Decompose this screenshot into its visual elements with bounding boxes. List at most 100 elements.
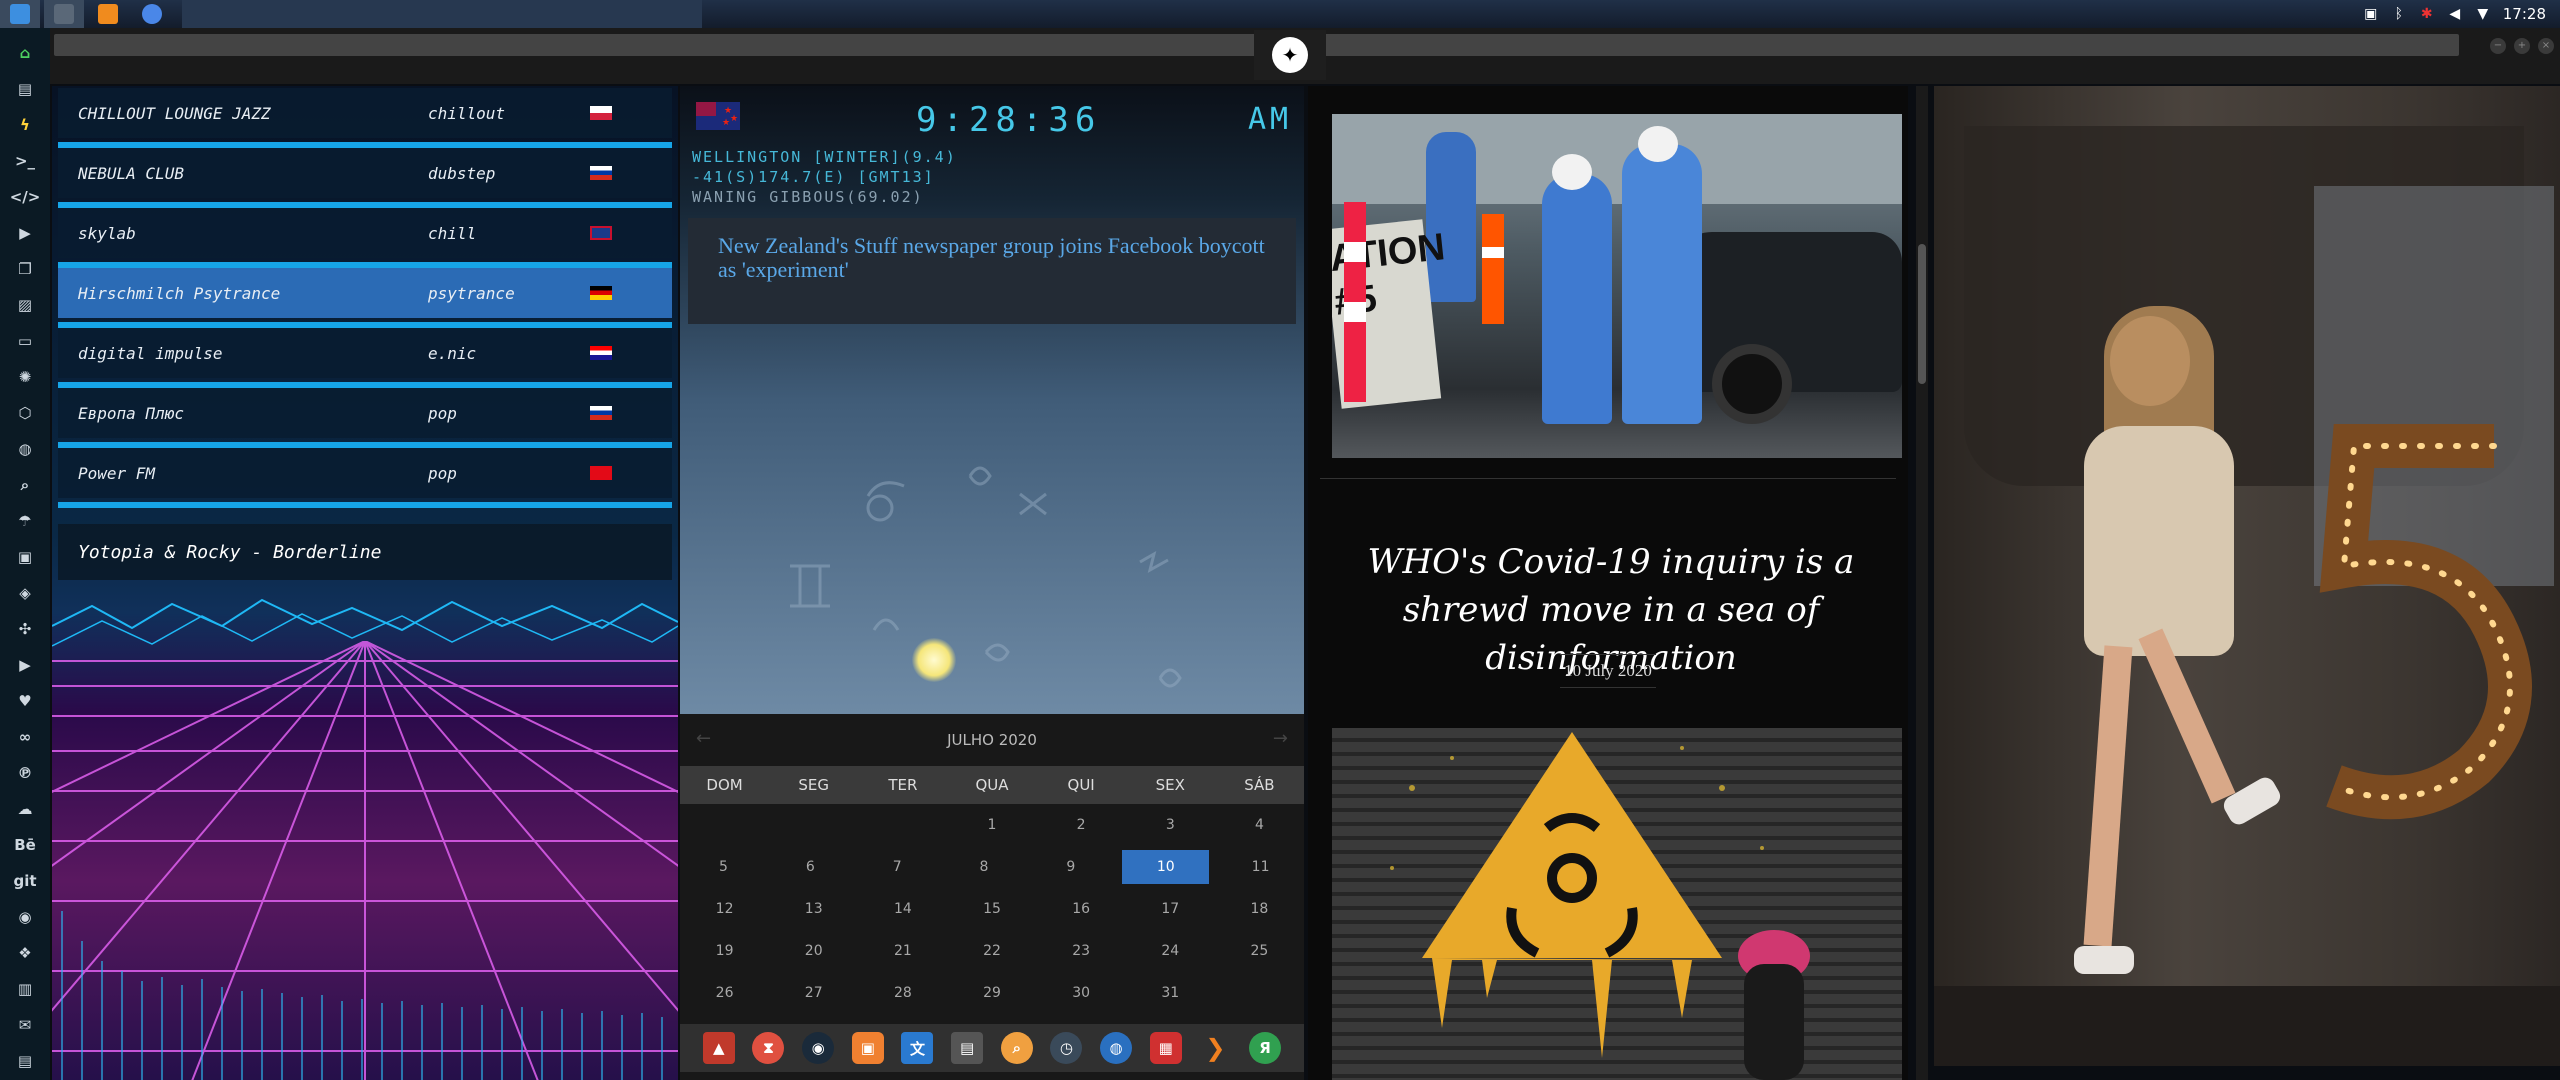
copy-icon[interactable]: ❐ <box>14 258 36 280</box>
terminal-app-icon[interactable] <box>44 0 84 28</box>
card-icon[interactable]: ▭ <box>14 330 36 352</box>
alert-icon[interactable]: ✱ <box>2419 6 2435 22</box>
fashion-photo[interactable] <box>1934 86 2560 1066</box>
covid-testing-photo[interactable]: ATION #5 <box>1332 114 1902 458</box>
next-month-button[interactable]: → <box>1273 728 1288 749</box>
calendar-day[interactable]: 21 <box>858 930 947 972</box>
station-row-selected[interactable]: Hirschmilch Psytrance psytrance <box>58 268 672 318</box>
play-app-icon[interactable]: ❯ <box>1199 1032 1231 1064</box>
calendar-day[interactable]: 18 <box>1215 888 1304 930</box>
prev-month-button[interactable]: ← <box>696 728 711 749</box>
arrow-app-icon[interactable]: ▲ <box>702 1032 735 1064</box>
calendar-day[interactable]: 1 <box>947 804 1036 846</box>
mail-icon[interactable]: ✉ <box>14 1014 36 1036</box>
volume-icon[interactable]: ◀ <box>2447 6 2463 22</box>
maximize-icon[interactable]: + <box>2514 38 2530 54</box>
heart-icon[interactable]: ♥ <box>14 690 36 712</box>
behance-icon[interactable]: Bē <box>14 834 36 856</box>
calendar-day[interactable]: 27 <box>769 972 858 1014</box>
umbrella-icon[interactable]: ☂ <box>14 510 36 532</box>
calendar-day[interactable]: 16 <box>1037 888 1126 930</box>
calendar-day[interactable]: 29 <box>947 972 1036 1014</box>
station-row[interactable]: NEBULA CLUB dubstep <box>58 148 672 198</box>
files-app-icon[interactable] <box>0 0 40 28</box>
calendar-day[interactable]: 13 <box>769 888 858 930</box>
calendar-day[interactable]: 5 <box>680 846 767 888</box>
globe-dark-app-icon[interactable]: ◉ <box>802 1032 835 1064</box>
calendar-day[interactable]: 8 <box>941 846 1028 888</box>
yandex-app-icon[interactable]: Я <box>1249 1032 1282 1064</box>
calendar-day[interactable]: 20 <box>769 930 858 972</box>
sublime-app-icon[interactable] <box>88 0 128 28</box>
calendar-day-today[interactable]: 10 <box>1122 850 1210 884</box>
calendar-day[interactable]: 3 <box>1126 804 1215 846</box>
expand-icon[interactable]: ✣ <box>14 618 36 640</box>
wifi-icon[interactable]: ▼ <box>2475 6 2491 22</box>
tag-icon[interactable]: ◈ <box>14 582 36 604</box>
calendar-day[interactable]: 30 <box>1037 972 1126 1014</box>
youtube-icon[interactable]: ▶ <box>14 654 36 676</box>
atom-icon[interactable]: ✺ <box>14 366 36 388</box>
pinterest-icon[interactable]: ℗ <box>14 762 36 784</box>
calendar-day[interactable]: 11 <box>1217 846 1304 888</box>
calendar-day[interactable]: 4 <box>1215 804 1304 846</box>
git-icon[interactable]: git <box>13 870 36 892</box>
news-app-icon[interactable]: ▤ <box>951 1032 984 1064</box>
station-row[interactable]: Европа Плюс pop <box>58 388 672 438</box>
calendar-day[interactable]: 2 <box>1037 804 1126 846</box>
minimize-icon[interactable]: − <box>2490 38 2506 54</box>
hexagon-icon[interactable]: ⬡ <box>14 402 36 424</box>
scrollbar-thumb[interactable] <box>1918 244 1926 384</box>
web-app-icon[interactable]: ◍ <box>1100 1032 1133 1064</box>
station-row[interactable]: skylab chill <box>58 208 672 258</box>
terminal-icon[interactable]: >_ <box>14 150 36 172</box>
taskbar-window-strip[interactable] <box>182 0 702 28</box>
bolt-icon[interactable]: ϟ <box>14 114 36 136</box>
bluetooth-icon[interactable]: ᛒ <box>2391 6 2407 22</box>
link-icon[interactable]: ∞ <box>14 726 36 748</box>
rebel-logo-tab[interactable]: ✦ <box>1254 30 1326 80</box>
calendar-day[interactable]: 26 <box>680 972 769 1014</box>
search-app-icon[interactable]: ⌕ <box>1000 1032 1033 1064</box>
globe-icon[interactable]: ◍ <box>14 438 36 460</box>
calendar-day[interactable]: 24 <box>1126 930 1215 972</box>
news-ticker[interactable]: New Zealand's Stuff newspaper group join… <box>688 218 1296 324</box>
clock-app-icon[interactable]: ◷ <box>1050 1032 1083 1064</box>
calendar-day[interactable]: 15 <box>947 888 1036 930</box>
calendar-day[interactable]: 31 <box>1126 972 1215 1014</box>
calendar-day[interactable]: 14 <box>858 888 947 930</box>
calendar-day[interactable]: 19 <box>680 930 769 972</box>
calendar-day[interactable]: 17 <box>1126 888 1215 930</box>
station-row[interactable]: CHILLOUT LOUNGE JAZZ chillout <box>58 88 672 138</box>
calendar-day[interactable]: 9 <box>1027 846 1114 888</box>
document-icon[interactable]: ▤ <box>14 78 36 100</box>
screen-icon[interactable]: ▣ <box>2363 6 2379 22</box>
station-row[interactable]: digital impulse e.nic <box>58 328 672 378</box>
dropbox-icon[interactable]: ❖ <box>14 942 36 964</box>
news-scrollbar[interactable] <box>1916 86 1928 1080</box>
calendar-day[interactable]: 12 <box>680 888 769 930</box>
calendar-app-icon[interactable]: ▦ <box>1149 1032 1182 1064</box>
code-icon[interactable]: </> <box>10 186 41 208</box>
map-icon[interactable]: ▥ <box>14 978 36 1000</box>
calendar-day[interactable]: 23 <box>1037 930 1126 972</box>
translate-app-icon[interactable]: 文 <box>901 1032 934 1064</box>
hourglass-app-icon[interactable]: ⧗ <box>752 1032 785 1064</box>
cloud-icon[interactable]: ☁ <box>14 798 36 820</box>
search-icon[interactable]: ⌕ <box>14 474 36 496</box>
photo-app-icon[interactable]: ▣ <box>851 1032 884 1064</box>
close-icon[interactable]: × <box>2538 38 2554 54</box>
home-icon[interactable]: ⌂ <box>14 42 36 64</box>
play-icon[interactable]: ▶ <box>14 222 36 244</box>
image-icon[interactable]: ▨ <box>14 294 36 316</box>
calendar-day[interactable]: 6 <box>767 846 854 888</box>
station-row[interactable]: Power FM pop <box>58 448 672 498</box>
contact-icon[interactable]: ▣ <box>14 546 36 568</box>
calendar-day[interactable]: 25 <box>1215 930 1304 972</box>
calendar-day[interactable]: 28 <box>858 972 947 1014</box>
chrome-app-icon[interactable] <box>132 0 172 28</box>
github-icon[interactable]: ◉ <box>14 906 36 928</box>
calendar-day[interactable]: 22 <box>947 930 1036 972</box>
tray-clock[interactable]: 17:28 <box>2503 5 2546 23</box>
inbox-icon[interactable]: ▤ <box>14 1050 36 1072</box>
